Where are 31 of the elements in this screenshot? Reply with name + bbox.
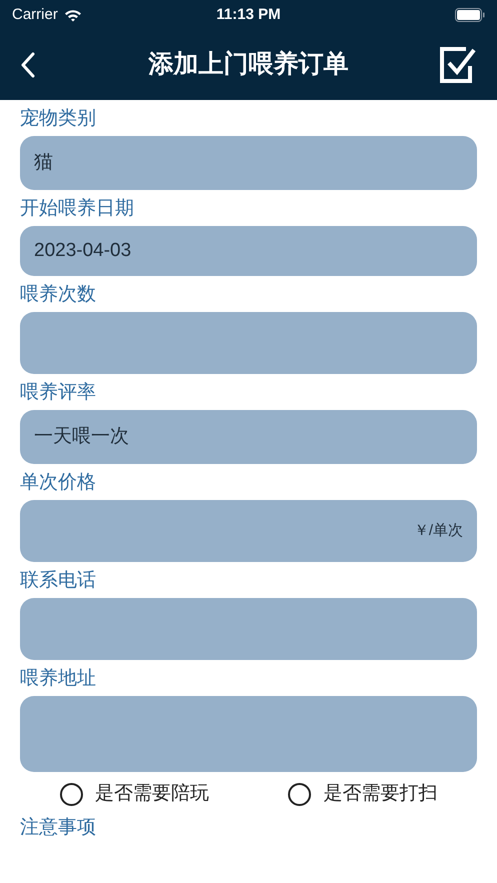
input-field[interactable]: 猫 xyxy=(20,136,477,190)
page-title: 添加上门喂养订单 xyxy=(148,49,348,80)
radio-button[interactable] xyxy=(60,782,83,806)
input-field[interactable] xyxy=(20,598,477,660)
radio-button[interactable] xyxy=(288,782,312,806)
input-field[interactable] xyxy=(20,696,477,772)
input-field[interactable]: 一天喂一次 xyxy=(20,410,477,464)
field-label: 宠物类别 xyxy=(20,107,97,131)
field-value: 一天喂一次 xyxy=(34,424,129,449)
radio-option[interactable]: 是否需要陪玩 xyxy=(20,780,248,808)
carrier-label: Carrier xyxy=(12,4,58,25)
field-label: 开始喂养日期 xyxy=(20,197,135,221)
battery-icon xyxy=(455,8,485,22)
unit-label: ￥/单次 xyxy=(414,520,463,541)
checkbox-icon xyxy=(439,46,477,84)
field-value: 猫 xyxy=(34,150,53,175)
input-field[interactable] xyxy=(20,312,477,374)
field-label: 注意事项 xyxy=(20,816,97,838)
wifi-icon xyxy=(64,8,82,22)
field-label: 单次价格 xyxy=(20,471,97,495)
field-label: 喂养评率 xyxy=(20,381,97,405)
field-value: 2023-04-03 xyxy=(34,238,132,263)
field-label: 喂养地址 xyxy=(20,667,97,691)
field-label: 联系电话 xyxy=(20,569,97,593)
back-icon xyxy=(20,52,36,78)
field-label: 喂养次数 xyxy=(20,283,97,307)
time-label: 11:13 PM xyxy=(216,4,281,25)
save-button[interactable] xyxy=(439,46,477,84)
input-field[interactable]: 2023-04-03 xyxy=(20,226,477,276)
input-field[interactable]: ￥/单次 xyxy=(20,500,477,562)
radio-option[interactable]: 是否需要打扫 xyxy=(248,780,477,808)
